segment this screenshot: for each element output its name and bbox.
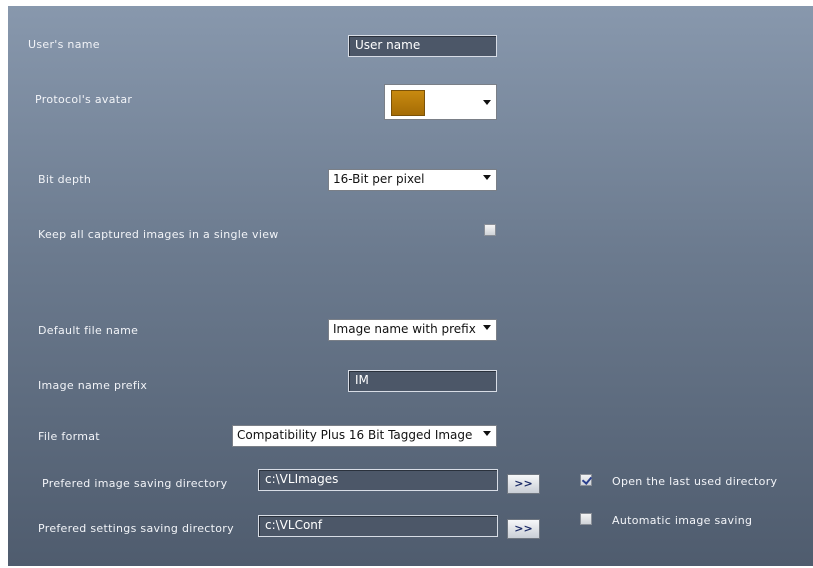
chevron-down-icon — [483, 431, 491, 436]
browse-settings-dir-button[interactable]: >> — [507, 519, 540, 539]
protocol-avatar-label: Protocol's avatar — [35, 93, 133, 106]
image-dir-input[interactable]: c:\VLImages — [258, 469, 498, 491]
open-last-dir-checkbox[interactable] — [580, 474, 592, 486]
auto-save-checkbox[interactable] — [580, 513, 592, 525]
user-name-label: User's name — [28, 38, 100, 51]
default-file-name-value: Image name with prefix — [333, 322, 476, 336]
auto-save-label: Automatic image saving — [612, 514, 753, 527]
chevron-down-icon — [483, 100, 491, 105]
settings-panel: User's name User name Protocol's avatar … — [8, 6, 813, 566]
open-last-dir-label: Open the last used directory — [612, 475, 778, 488]
avatar-select[interactable] — [384, 84, 497, 120]
settings-dir-input[interactable]: c:\VLConf — [258, 515, 498, 537]
chevron-down-icon — [483, 175, 491, 180]
user-name-input[interactable]: User name — [348, 35, 497, 57]
file-format-select[interactable]: Compatibility Plus 16 Bit Tagged Image — [232, 425, 497, 447]
default-file-name-label: Default file name — [38, 324, 139, 337]
chevron-down-icon — [483, 325, 491, 330]
file-format-value: Compatibility Plus 16 Bit Tagged Image — [237, 428, 473, 442]
image-dir-label: Prefered image saving directory — [42, 477, 228, 490]
image-name-prefix-label: Image name prefix — [38, 379, 148, 392]
settings-dir-label: Prefered settings saving directory — [38, 522, 234, 535]
file-format-label: File format — [38, 430, 100, 443]
bit-depth-value: 16-Bit per pixel — [333, 172, 425, 186]
browse-image-dir-button[interactable]: >> — [507, 474, 540, 494]
keep-images-checkbox[interactable] — [484, 224, 496, 236]
bit-depth-label: Bit depth — [38, 173, 92, 186]
avatar-color-swatch — [391, 90, 425, 116]
image-name-prefix-input[interactable]: IM — [348, 370, 497, 392]
bit-depth-select[interactable]: 16-Bit per pixel — [328, 169, 497, 191]
keep-images-label: Keep all captured images in a single vie… — [38, 228, 279, 241]
default-file-name-select[interactable]: Image name with prefix — [328, 319, 497, 341]
